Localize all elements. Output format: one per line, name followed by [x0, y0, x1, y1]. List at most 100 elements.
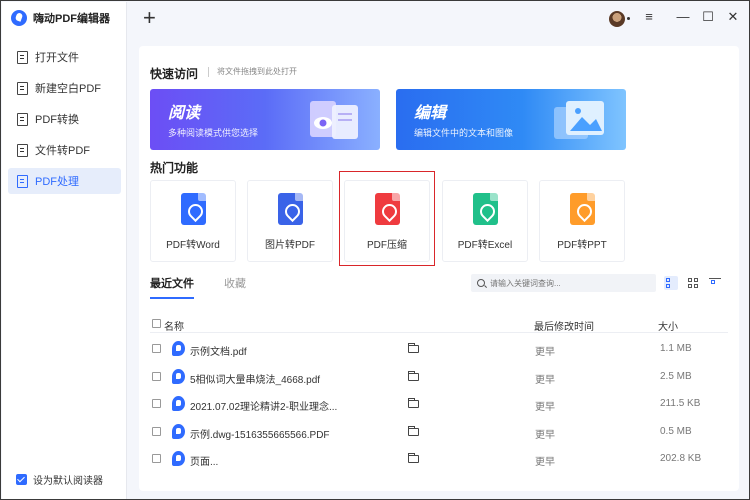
table-row[interactable]: 2021.07.02理论精讲2-职业理念... 更早 211.5 KB: [150, 390, 728, 418]
sidebar-item-open-file[interactable]: 打开文件: [8, 44, 121, 70]
select-all-checkbox[interactable]: [152, 319, 161, 328]
table-row[interactable]: 页面... 更早 202.8 KB: [150, 445, 728, 473]
open-folder-icon[interactable]: [408, 343, 419, 353]
table-header: 名称 最后修改时间 大小: [150, 315, 728, 333]
new-pdf-icon: [17, 81, 28, 95]
list-view-icon: [666, 278, 670, 282]
avatar[interactable]: [609, 11, 625, 27]
open-folder-icon[interactable]: [408, 425, 419, 436]
app-logo-icon: [11, 10, 27, 26]
book-eye-icon: [310, 101, 358, 139]
pdf-to-excel-icon: [473, 193, 498, 225]
edit-banner-desc: 编辑文件中的文本和图像: [414, 128, 514, 138]
tile-label: PDF转Excel: [457, 240, 513, 251]
tile-label: PDF转PPT: [557, 240, 607, 251]
file-modified: 更早: [535, 429, 555, 441]
column-modified: 最后修改时间: [534, 322, 594, 333]
file-size: 2.5 MB: [660, 370, 692, 382]
open-folder-icon[interactable]: [408, 370, 419, 381]
default-reader-label: 设为默认阅读器: [33, 476, 103, 487]
maximize-button[interactable]: ☐: [700, 9, 716, 25]
pdf-to-word-icon: [181, 193, 206, 225]
pdf-file-icon: [172, 368, 185, 384]
open-file-icon: [17, 50, 28, 64]
new-tab-button[interactable]: +: [143, 7, 156, 29]
search-icon: [477, 279, 485, 287]
file-name: 示例文档.pdf: [190, 347, 247, 358]
image-edit-icon: [554, 101, 604, 139]
tile-pdf-to-excel[interactable]: PDF转Excel: [442, 180, 528, 262]
pdf-file-icon: [172, 423, 185, 439]
pdf-file-icon: [172, 341, 185, 356]
row-checkbox[interactable]: [152, 399, 161, 408]
minimize-button[interactable]: —: [675, 9, 691, 25]
tile-pdf-to-word[interactable]: PDF转Word: [150, 180, 236, 262]
image-to-pdf-icon: [278, 193, 303, 225]
edit-banner-title: 编辑: [414, 105, 447, 122]
search-input[interactable]: [490, 278, 640, 288]
sidebar-item-label: PDF处理: [35, 176, 79, 188]
grid-view-icon: [688, 278, 692, 282]
default-reader-checkbox[interactable]: [16, 474, 27, 485]
file-name: 5相似词大量串烧法_4668.pdf: [190, 374, 321, 386]
file-size: 202.8 KB: [660, 453, 702, 464]
table-row[interactable]: 示例.dwg-1516355665566.PDF 更早 0.5 MB: [150, 418, 728, 446]
tab-recent-files[interactable]: 最近文件: [150, 275, 194, 299]
file-name: 2021.07.02理论精讲2-职业理念...: [190, 402, 338, 413]
read-banner[interactable]: 阅读 多种阅读模式供您选择: [150, 89, 380, 150]
trash-icon: [709, 278, 721, 280]
highlight-box: [339, 171, 435, 266]
search-box[interactable]: [471, 274, 656, 292]
row-checkbox[interactable]: [152, 371, 161, 381]
sidebar-item-convert[interactable]: PDF转换: [8, 106, 121, 132]
menu-button[interactable]: ≡: [641, 9, 657, 25]
hot-features-title: 热门功能: [150, 161, 199, 175]
titlebar: + ≡ — ☐ ✕: [128, 2, 749, 36]
close-button[interactable]: ✕: [725, 9, 741, 25]
list-view-button[interactable]: [664, 276, 678, 290]
sidebar-item-label: 新建空白PDF: [35, 83, 101, 95]
sidebar-item-file-to-pdf[interactable]: 文件转PDF: [8, 137, 121, 163]
tile-pdf-to-ppt[interactable]: PDF转PPT: [539, 180, 625, 262]
default-reader-option[interactable]: 设为默认阅读器: [16, 472, 103, 487]
quick-access-title: 快速访问: [150, 67, 199, 81]
row-checkbox[interactable]: [152, 426, 161, 436]
tile-label: PDF转Word: [166, 240, 220, 251]
sidebar-item-label: PDF转换: [35, 114, 79, 126]
account-dot-icon: [627, 17, 630, 20]
sidebar-item-pdf-process[interactable]: PDF处理: [8, 168, 121, 194]
sidebar-item-new-pdf[interactable]: 新建空白PDF: [8, 75, 121, 101]
grid-view-button[interactable]: [686, 276, 700, 290]
file-size: 1.1 MB: [660, 343, 692, 354]
file-size: 0.5 MB: [660, 425, 692, 437]
row-checkbox[interactable]: [152, 454, 161, 463]
pdf-file-icon: [172, 451, 185, 466]
file-tabs: 最近文件 收藏: [150, 275, 246, 299]
file-name: 页面...: [190, 457, 219, 468]
drop-hint: 将文件拖拽到此处打开: [208, 67, 297, 77]
file-modified: 更早: [535, 457, 555, 468]
trash-button[interactable]: [708, 276, 722, 290]
read-banner-title: 阅读: [168, 105, 201, 122]
pdf-to-ppt-icon: [570, 193, 595, 225]
sidebar-item-label: 文件转PDF: [35, 145, 90, 157]
app-window: 嗨动PDF编辑器 打开文件 新建空白PDF PDF转换 文件转PDF PDF处理: [0, 0, 750, 500]
tile-image-to-pdf[interactable]: 图片转PDF: [247, 180, 333, 262]
open-folder-icon[interactable]: [408, 398, 419, 408]
table-row[interactable]: 示例文档.pdf 更早 1.1 MB: [150, 335, 728, 363]
row-checkbox[interactable]: [152, 344, 161, 353]
main-panel: 快速访问 将文件拖拽到此处打开 阅读 多种阅读模式供您选择 编辑 编辑文件中的文…: [139, 46, 739, 491]
tab-favorites[interactable]: 收藏: [224, 275, 246, 299]
column-size: 大小: [658, 322, 678, 333]
column-name: 名称: [164, 322, 184, 333]
sidebar-nav: 打开文件 新建空白PDF PDF转换 文件转PDF PDF处理: [8, 44, 121, 199]
sidebar-item-label: 打开文件: [35, 52, 79, 64]
tile-label: 图片转PDF: [265, 240, 315, 251]
convert-icon: [17, 112, 28, 126]
file-size: 211.5 KB: [660, 398, 701, 409]
file-name: 示例.dwg-1516355665566.PDF: [190, 429, 330, 441]
open-folder-icon[interactable]: [408, 453, 419, 463]
edit-banner[interactable]: 编辑 编辑文件中的文本和图像: [396, 89, 626, 150]
table-row[interactable]: 5相似词大量串烧法_4668.pdf 更早 2.5 MB: [150, 363, 728, 391]
file-modified: 更早: [535, 347, 555, 358]
